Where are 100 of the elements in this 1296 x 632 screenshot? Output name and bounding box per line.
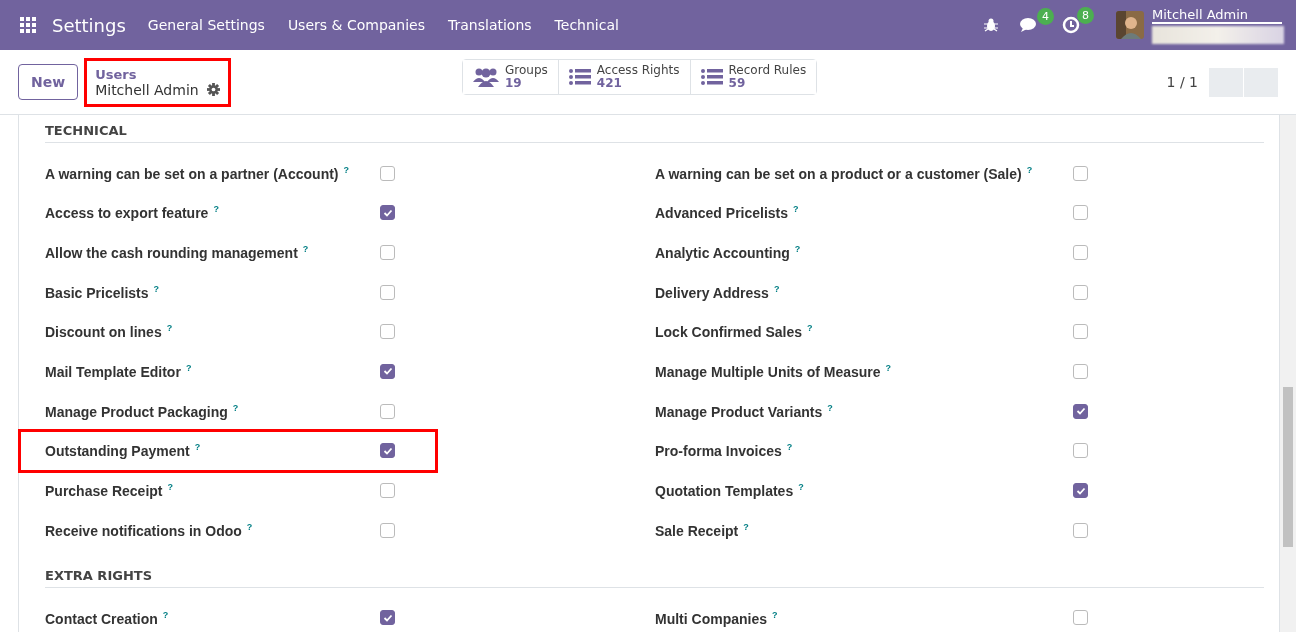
field-label: Delivery Address $^{?}$	[655, 283, 781, 301]
checkbox[interactable]	[380, 244, 395, 260]
field-label: Purchase Receipt $^{?}$	[45, 482, 174, 499]
field-label: Discount on lines $^{?}$	[45, 323, 174, 341]
help-tooltip[interactable]: ?	[232, 402, 239, 413]
help-tooltip[interactable]: ?	[162, 609, 169, 620]
checkbox[interactable]	[380, 165, 395, 181]
new-button[interactable]: New	[18, 64, 79, 100]
help-tooltip[interactable]: ?	[185, 363, 192, 374]
field-label: Basic Pricelists $^{?}$	[45, 283, 160, 301]
gear-icon[interactable]	[206, 83, 220, 96]
smart-button-count: 421	[596, 77, 623, 90]
checkbox[interactable]	[1073, 363, 1088, 379]
checkbox[interactable]	[1073, 205, 1088, 221]
checkbox[interactable]	[1073, 522, 1088, 538]
smart-button[interactable]: Record Rules 59	[689, 60, 817, 94]
check-icon	[1075, 485, 1086, 496]
clock-icon[interactable]	[1062, 16, 1080, 34]
list-icon	[568, 68, 591, 86]
smart-button-label: Record Rules	[728, 64, 807, 77]
field-label: Allow the cash rounding management $^{?}$	[45, 244, 310, 261]
list-icon	[700, 68, 723, 86]
menu-item[interactable]: Users & Companies	[287, 17, 425, 33]
help-tooltip[interactable]: ?	[166, 323, 173, 334]
scrollbar[interactable]	[1280, 115, 1296, 632]
checkbox[interactable]	[380, 205, 395, 221]
help-tooltip[interactable]: ?	[246, 521, 253, 532]
help-tooltip[interactable]: ?	[793, 204, 799, 215]
field-label: Receive notifications in Odoo $^{?}$	[45, 521, 254, 539]
field-label: Manage Product Packaging $^{?}$	[45, 402, 240, 420]
section-title: EXTRA RIGHTS	[45, 567, 1264, 588]
help-tooltip[interactable]: ?	[798, 482, 804, 493]
check-icon	[382, 445, 393, 456]
checkbox[interactable]	[1073, 284, 1088, 300]
checkbox[interactable]	[380, 483, 395, 498]
checkbox[interactable]	[1073, 443, 1088, 459]
section-title: TECHNICAL	[45, 123, 1264, 143]
menu-item[interactable]: General Settings	[147, 17, 265, 33]
help-tooltip[interactable]: ?	[213, 204, 219, 215]
help-tooltip[interactable]: ?	[794, 244, 801, 255]
help-tooltip[interactable]: ?	[167, 482, 173, 493]
message-count: 4	[1037, 8, 1054, 25]
bug-icon[interactable]	[984, 18, 998, 32]
check-icon	[1075, 406, 1086, 417]
user-name[interactable]: Mitchell Admin	[1152, 6, 1282, 24]
field-label: Manage Product Variants $^{?}$	[655, 402, 834, 420]
help-tooltip[interactable]: ?	[807, 323, 813, 334]
help-tooltip[interactable]: ?	[772, 609, 778, 620]
checkbox[interactable]	[1073, 610, 1088, 626]
menu-item[interactable]: Technical	[554, 17, 619, 33]
field-label: Multi Companies $^{?}$	[655, 609, 779, 627]
checkbox[interactable]	[1073, 324, 1088, 340]
checkbox[interactable]	[380, 522, 395, 538]
field-label: Access to export feature $^{?}$	[45, 204, 220, 221]
pager-value: 1 / 1	[1166, 74, 1198, 90]
field-label: Advanced Pricelists $^{?}$	[655, 204, 800, 221]
check-icon	[382, 612, 393, 623]
field-label: Lock Confirmed Sales $^{?}$	[655, 323, 814, 341]
help-tooltip[interactable]: ?	[743, 521, 749, 532]
help-tooltip[interactable]: ?	[302, 244, 309, 255]
users-icon	[473, 67, 499, 87]
breadcrumb-link[interactable]: Users	[95, 66, 220, 82]
checkbox[interactable]	[380, 610, 395, 626]
field-label: A warning can be set on a product or a customer (Sale) $^{?}$	[655, 164, 1034, 182]
smart-button-label: Groups	[505, 64, 548, 77]
checkbox[interactable]	[380, 363, 395, 379]
help-tooltip[interactable]: ?	[827, 402, 833, 413]
help-tooltip[interactable]: ?	[786, 442, 793, 453]
help-tooltip[interactable]: ?	[343, 164, 350, 175]
field-label: Quotation Templates $^{?}$	[655, 482, 805, 499]
apps-menu-icon[interactable]	[20, 17, 36, 33]
checkbox[interactable]	[380, 324, 395, 340]
activity-count: 8	[1077, 7, 1094, 24]
help-tooltip[interactable]: ?	[773, 283, 780, 294]
check-icon	[382, 366, 393, 377]
field-label: Mail Template Editor $^{?}$	[45, 363, 193, 380]
checkbox[interactable]	[1073, 244, 1088, 260]
checkbox[interactable]	[1073, 165, 1088, 181]
checkbox[interactable]	[1073, 403, 1088, 419]
field-label: Manage Multiple Units of Measure $^{?}$	[655, 363, 893, 380]
field-label: Contact Creation $^{?}$	[45, 609, 170, 627]
help-tooltip[interactable]: ?	[885, 363, 892, 374]
field-label: Outstanding Payment $^{?}$	[45, 442, 202, 460]
record-title: Mitchell Admin	[95, 81, 199, 98]
checkbox[interactable]	[1073, 483, 1088, 498]
field-label: A warning can be set on a partner (Account) $^{?}$	[45, 164, 351, 182]
checkbox[interactable]	[380, 443, 395, 459]
checkbox[interactable]	[380, 284, 395, 300]
checkbox[interactable]	[380, 403, 395, 419]
field-label: Pro-forma Invoices $^{?}$	[655, 442, 794, 460]
help-tooltip[interactable]: ?	[1026, 164, 1033, 175]
check-icon	[382, 207, 393, 218]
field-label: Analytic Accounting $^{?}$	[655, 244, 802, 261]
field-label: Sale Receipt $^{?}$	[655, 521, 750, 539]
app-title[interactable]: Settings	[52, 14, 126, 36]
help-tooltip[interactable]: ?	[153, 283, 159, 294]
menu-item[interactable]: Translations	[448, 17, 532, 33]
help-tooltip[interactable]: ?	[194, 442, 201, 453]
smart-button-count: 19	[505, 77, 522, 90]
smart-button-count: 59	[728, 77, 747, 90]
